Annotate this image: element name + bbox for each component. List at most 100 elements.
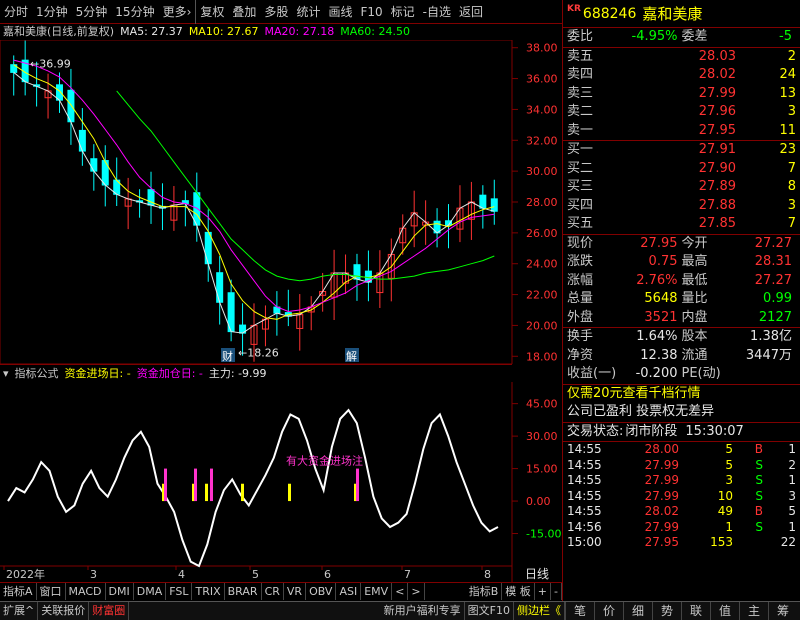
sell-row[interactable]: 卖二 27.96 3 bbox=[563, 103, 800, 122]
toolbar-item-9[interactable]: 画线 bbox=[324, 0, 356, 24]
toolbar-item-7[interactable]: 多股 bbox=[260, 0, 292, 24]
side-tab-6[interactable]: 主 bbox=[739, 602, 768, 620]
period-label[interactable]: 日线 bbox=[512, 566, 562, 582]
sell-label: 卖二 bbox=[567, 104, 594, 119]
toolbar-item-12[interactable]: -自选 bbox=[419, 0, 455, 24]
buy-row[interactable]: 买三 27.89 8 bbox=[563, 178, 800, 197]
indicator-tab-2[interactable]: MACD bbox=[66, 583, 106, 600]
indicator-tab-9[interactable]: VR bbox=[284, 583, 307, 600]
status-right-item-1[interactable]: 图文F10 bbox=[465, 602, 514, 620]
chart-frame bbox=[0, 40, 513, 364]
quote-row: 涨幅 2.76% 最低 27.27 bbox=[563, 272, 800, 291]
indicator-tab-11[interactable]: ASI bbox=[336, 583, 362, 600]
candle-body[interactable] bbox=[78, 129, 86, 152]
indicator-menu-icon[interactable]: ▾ bbox=[3, 365, 9, 382]
ma20-label: MA20: 27.18 bbox=[264, 25, 335, 38]
main-force-line bbox=[7, 408, 499, 568]
sell-row[interactable]: 卖四 28.02 24 bbox=[563, 66, 800, 85]
indicator-tab-16[interactable]: 模 板 bbox=[502, 583, 535, 600]
order-ratio-row: 委比 -4.95% 委差 -5 bbox=[563, 28, 800, 47]
indicator-tab-17[interactable]: + bbox=[535, 583, 552, 600]
trade-volume: 5 bbox=[725, 457, 733, 472]
candle-body[interactable] bbox=[479, 194, 487, 209]
status-right-item-2[interactable]: 侧边栏《 bbox=[514, 602, 565, 620]
x-tick-label: 4 bbox=[178, 568, 185, 581]
chart-title: 嘉和美康(日线,前复权) bbox=[3, 25, 115, 38]
toolbar-item-0[interactable]: 分时 bbox=[0, 0, 32, 24]
kline-chart[interactable]: 38.00 36.00 34.00 32.00 30.00 28.00 26.00 24.00… bbox=[0, 40, 562, 364]
quote-value: 2.76% bbox=[636, 272, 678, 288]
buy-row[interactable]: 买一 27.91 23 bbox=[563, 141, 800, 160]
toolbar-item-3[interactable]: 15分钟 bbox=[111, 0, 158, 24]
tick-trades[interactable]: 14:55 28.00 5 B 1 14:55 27.99 5 S 2 14:55 27.99 3 S 1 1… bbox=[563, 442, 800, 551]
quote-row: 涨跌 0.75 最高 28.31 bbox=[563, 253, 800, 272]
indicator-tabs: 指标A 窗口 MACD DMI DMA FSL TRIX BRAR CR VR OBV ASI EMV <… bbox=[0, 582, 562, 600]
indicator-name[interactable]: 指标公式 bbox=[15, 365, 59, 382]
status-item-1[interactable]: 关联报价 bbox=[38, 602, 90, 620]
status-item-2[interactable]: 财富圈 bbox=[89, 602, 130, 620]
toolbar-item-6[interactable]: 叠加 bbox=[228, 0, 260, 24]
indicator-tab-10[interactable]: OBV bbox=[306, 583, 337, 600]
indicator-tab-18[interactable]: - bbox=[551, 583, 562, 600]
candle-body[interactable] bbox=[204, 231, 212, 265]
toolbar-item-1[interactable]: 1分钟 bbox=[32, 0, 72, 24]
sell-price: 27.95 bbox=[698, 122, 736, 138]
promo-line1[interactable]: 仅需20元查看千档行情 bbox=[563, 385, 800, 404]
y-tick-label: 34.00 bbox=[526, 103, 558, 116]
trade-time: 14:55 bbox=[567, 442, 602, 456]
indicator-tab-13[interactable]: < bbox=[392, 583, 409, 600]
candle-body[interactable] bbox=[216, 272, 224, 303]
toolbar-item-2[interactable]: 5分钟 bbox=[72, 0, 112, 24]
indicator-tab-0[interactable]: 指标A bbox=[0, 583, 37, 600]
sell-label: 卖一 bbox=[567, 122, 594, 138]
indicator-tab-1[interactable]: 窗口 bbox=[37, 583, 66, 600]
buy-volume: 8 bbox=[787, 179, 796, 194]
quote-stats: 现价 27.95 今开 27.27 涨跌 0.75 最高 28.31 涨幅 2.76% 最低 27.2… bbox=[563, 235, 800, 328]
toolbar-item-10[interactable]: F10 bbox=[356, 0, 386, 24]
indicator-chart[interactable]: 45.00 30.00 15.00 0.00 -15.00 2022年 3 4 5 6 7 8 有大资金… bbox=[0, 382, 562, 582]
candle-body[interactable] bbox=[90, 158, 98, 172]
side-tab-0[interactable]: 笔 bbox=[565, 602, 594, 620]
sell-row[interactable]: 卖一 27.95 11 bbox=[563, 122, 800, 141]
toolbar-item-8[interactable]: 统计 bbox=[292, 0, 324, 24]
quote-label: 总量 bbox=[567, 291, 594, 306]
sell-row[interactable]: 卖五 28.03 2 bbox=[563, 48, 800, 67]
indicator-tab-6[interactable]: TRIX bbox=[192, 583, 225, 600]
toolbar-item-13[interactable]: 返回 bbox=[455, 0, 487, 24]
indicator-tab-7[interactable]: BRAR bbox=[225, 583, 262, 600]
buy-row[interactable]: 买二 27.90 7 bbox=[563, 160, 800, 179]
side-tab-7[interactable]: 筹 bbox=[768, 602, 797, 620]
side-tab-4[interactable]: 联 bbox=[681, 602, 710, 620]
candle-body[interactable] bbox=[101, 160, 109, 186]
indicator-tab-5[interactable]: FSL bbox=[166, 583, 193, 600]
indicator-tab-12[interactable]: EMV bbox=[361, 583, 393, 600]
candle-body[interactable] bbox=[490, 198, 498, 212]
indicator-tab-4[interactable]: DMA bbox=[134, 583, 167, 600]
side-tab-3[interactable]: 势 bbox=[652, 602, 681, 620]
indicator-tab-8[interactable]: CR bbox=[262, 583, 284, 600]
trade-count: 1 bbox=[788, 442, 796, 456]
toolbar-item-11[interactable]: 标记 bbox=[387, 0, 419, 24]
side-tab-2[interactable]: 细 bbox=[623, 602, 652, 620]
side-tab-5[interactable]: 值 bbox=[710, 602, 739, 620]
sell-price: 28.02 bbox=[698, 67, 736, 82]
y-tick-label: 32.00 bbox=[526, 134, 558, 147]
sell-row[interactable]: 卖三 27.99 13 bbox=[563, 85, 800, 104]
quote-value: 0.75 bbox=[648, 254, 678, 269]
toolbar-item-4[interactable]: 更多› bbox=[159, 0, 196, 24]
quote-label: 现价 bbox=[567, 235, 594, 251]
status-item-0[interactable]: 扩展^ bbox=[0, 602, 39, 620]
side-tab-1[interactable]: 价 bbox=[594, 602, 623, 620]
buy-row[interactable]: 买五 27.85 7 bbox=[563, 215, 800, 234]
indicator-tab-15[interactable]: 指标B bbox=[466, 583, 503, 600]
indicator-tab-3[interactable]: DMI bbox=[106, 583, 134, 600]
toolbar-item-5[interactable]: 复权 bbox=[195, 0, 228, 24]
entry-signal-bar bbox=[205, 483, 208, 502]
x-tick-label: 8 bbox=[484, 568, 491, 581]
status-right-item-0[interactable]: 新用户福利专享 bbox=[381, 602, 465, 620]
indicator-tab-14[interactable]: > bbox=[408, 583, 425, 600]
ind-y-tick-label: -15.00 bbox=[526, 528, 561, 541]
sell-label: 卖三 bbox=[567, 85, 594, 101]
promo-line2[interactable]: 公司已盈利 投票权无差异 bbox=[563, 403, 800, 422]
buy-row[interactable]: 买四 27.88 3 bbox=[563, 197, 800, 216]
